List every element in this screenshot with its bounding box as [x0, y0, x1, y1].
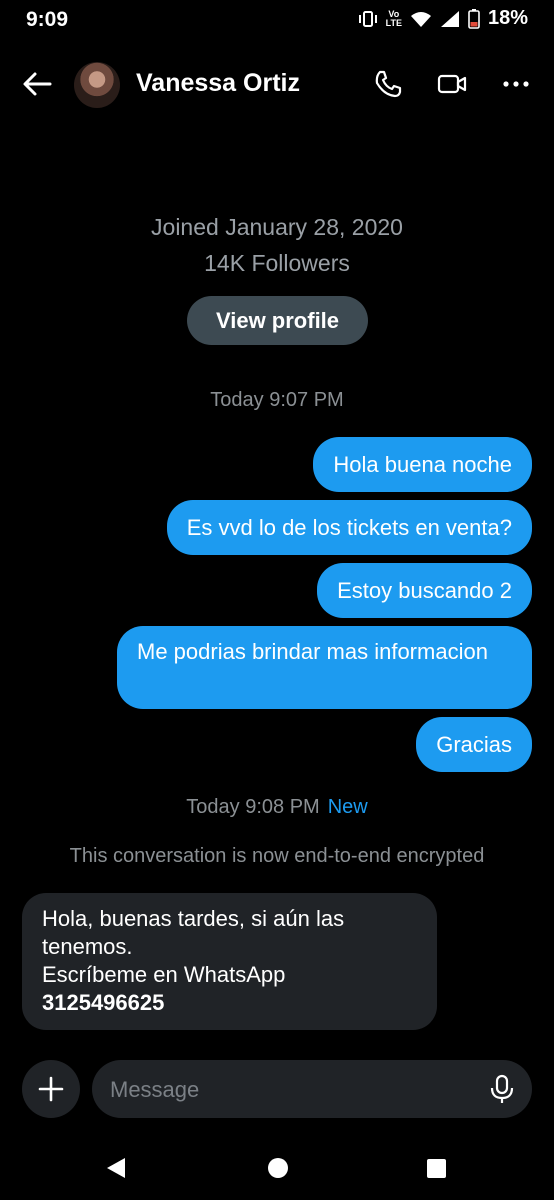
back-arrow-icon[interactable]	[20, 68, 56, 100]
view-profile-button[interactable]: View profile	[187, 296, 368, 345]
conversation-header: Vanessa Ortiz	[0, 56, 554, 112]
status-time: 9:09	[26, 8, 69, 31]
nav-home-icon[interactable]	[267, 1156, 289, 1180]
signal-icon	[440, 10, 459, 27]
message-composer	[0, 1060, 554, 1120]
status-bar: 9:09 Vo LTE 18%	[0, 0, 554, 44]
contact-name[interactable]: Vanessa Ortiz	[136, 69, 300, 98]
encryption-notice: This conversation is now end-to-end encr…	[69, 845, 485, 867]
status-icons: Vo LTE 18%	[358, 7, 528, 30]
message-input[interactable]	[108, 1072, 482, 1108]
wifi-icon	[410, 11, 431, 27]
followers-count: 14K Followers	[204, 250, 350, 276]
nav-back-icon[interactable]	[104, 1156, 128, 1180]
sent-message[interactable]: Estoy buscando 2	[317, 563, 532, 618]
new-label: New	[327, 796, 368, 818]
volte-icon: Vo LTE	[385, 8, 402, 28]
phone-icon[interactable]	[372, 68, 404, 100]
received-phone-number: 3125496625	[42, 990, 165, 1015]
sent-message[interactable]: Gracias	[416, 717, 532, 772]
sent-message[interactable]: Es vvd lo de los tickets en venta?	[166, 500, 532, 555]
plus-icon	[38, 1076, 64, 1102]
received-message-line: Escríbeme en WhatsApp	[42, 962, 286, 987]
timestamp-text: Today 9:08 PM	[186, 796, 320, 818]
sent-message[interactable]: Hola buena noche	[313, 437, 532, 492]
vibrate-icon	[358, 10, 377, 27]
nav-recents-icon[interactable]	[426, 1156, 448, 1180]
timestamp: Today 9:08 PM New	[0, 796, 554, 819]
dm-screen: 9:09 Vo LTE 18% Vanessa Ortiz Joined Jan…	[0, 0, 554, 1200]
message-field	[92, 1060, 532, 1118]
joined-date: Joined January 28, 2020	[151, 214, 403, 240]
battery-icon	[468, 8, 480, 29]
battery-percent: 18%	[487, 7, 528, 29]
more-options-icon[interactable]	[500, 68, 532, 100]
sent-message[interactable]: Me podrias brindar mas informacion	[117, 626, 532, 709]
received-message-line: Hola, buenas tardes, si aún las tenemos.	[42, 906, 345, 959]
add-media-button[interactable]	[22, 1060, 80, 1118]
system-nav-bar	[0, 1140, 554, 1200]
timestamp: Today 9:07 PM	[210, 389, 344, 411]
avatar[interactable]	[74, 62, 120, 108]
received-message[interactable]: Hola, buenas tardes, si aún las tenemos.…	[22, 893, 437, 1030]
microphone-icon[interactable]	[486, 1073, 518, 1105]
video-call-icon[interactable]	[436, 68, 468, 100]
